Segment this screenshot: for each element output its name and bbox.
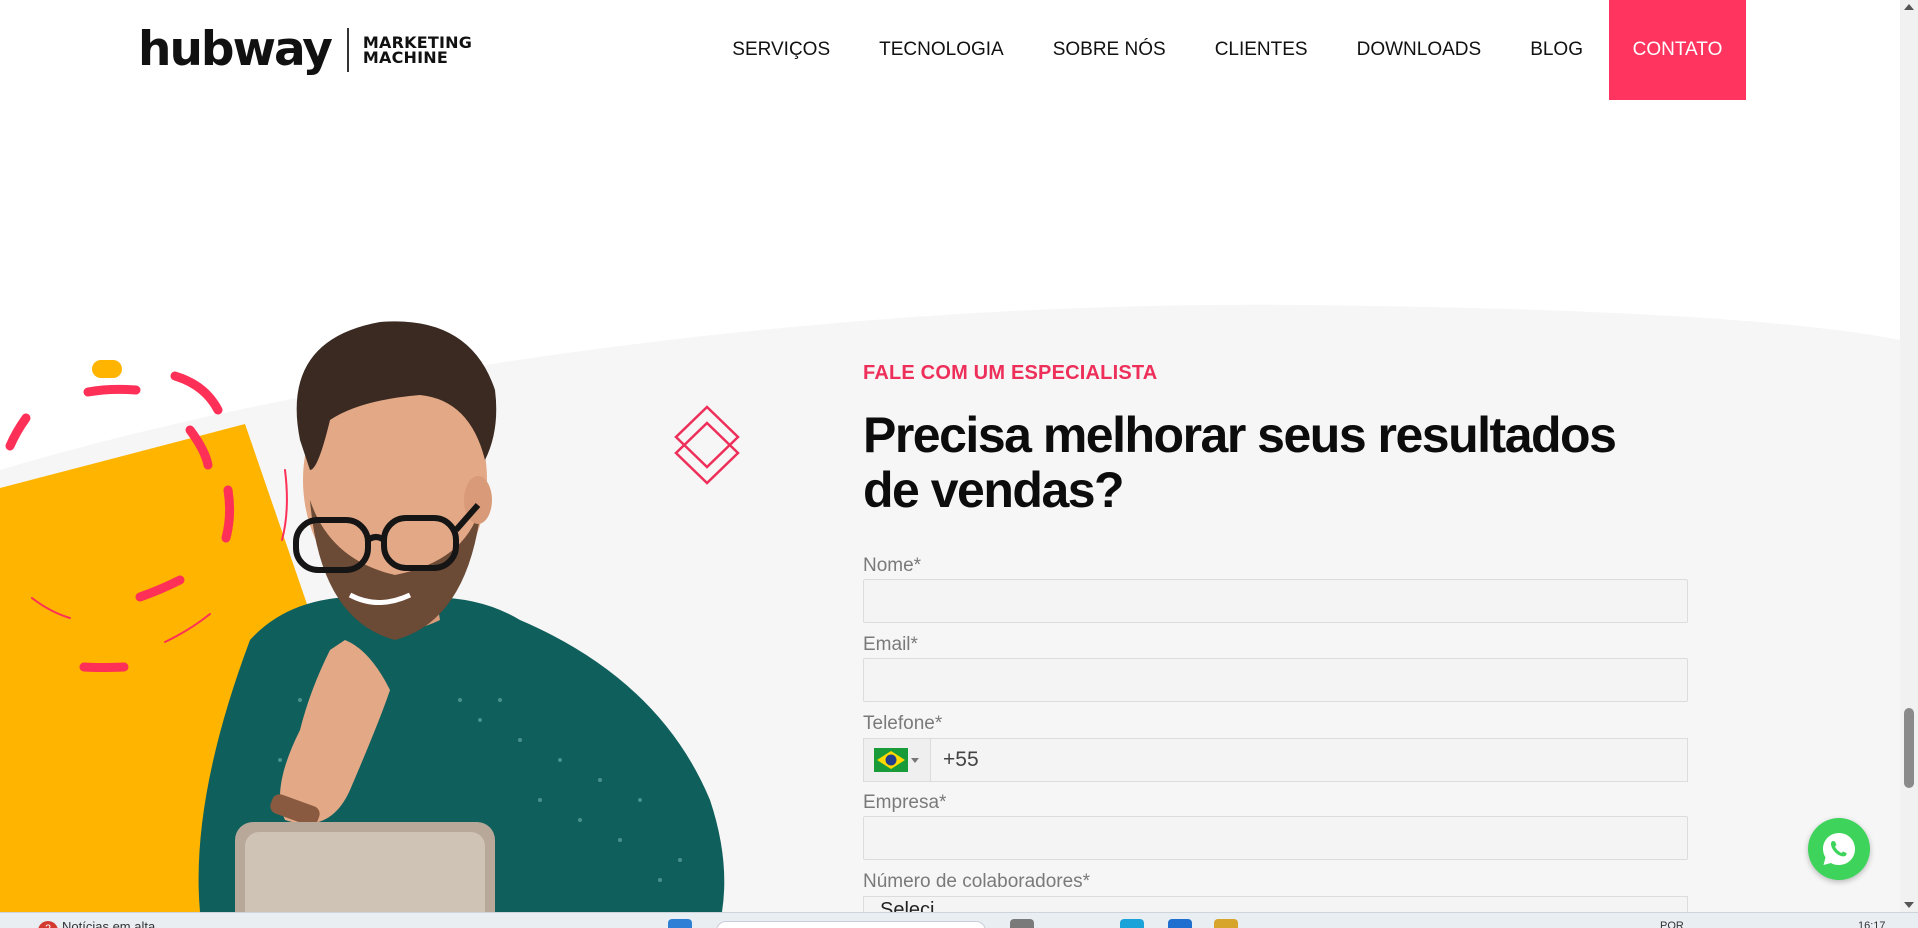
nav-item-sobre-nos[interactable]: SOBRE NÓS [1053, 39, 1166, 61]
nav-item-tecnologia[interactable]: TECNOLOGIA [879, 39, 1004, 61]
telefone-field: +55 [863, 738, 1688, 782]
news-badge[interactable]: 2 [38, 921, 58, 928]
page-scrollbar[interactable] [1900, 0, 1918, 912]
scroll-up-arrow-icon[interactable] [1904, 4, 1914, 10]
whatsapp-button[interactable] [1808, 818, 1870, 880]
scroll-down-arrow-icon[interactable] [1904, 902, 1914, 908]
whatsapp-icon [1823, 833, 1855, 865]
logo-divider [346, 28, 349, 72]
nav-item-servicos[interactable]: SERVIÇOS [732, 39, 830, 61]
section-eyebrow: FALE COM UM ESPECIALISTA [863, 362, 1158, 384]
clock[interactable]: 16:17 [1858, 920, 1886, 928]
telefone-input[interactable]: +55 [931, 738, 1688, 782]
section-title-line2: de vendas? [863, 462, 1125, 518]
brazil-flag-icon [874, 748, 908, 772]
section-title: Precisa melhorar seus resultados de vend… [863, 408, 1683, 518]
email-label: Email* [863, 634, 918, 655]
os-taskbar: 2 Notícias em alta POR 16:17 [0, 912, 1918, 928]
chevron-down-icon [911, 758, 919, 763]
country-selector[interactable] [863, 738, 931, 782]
explorer-icon[interactable] [1214, 919, 1238, 928]
nav-item-blog[interactable]: BLOG [1530, 39, 1583, 61]
scroll-thumb[interactable] [1904, 708, 1914, 788]
hero-image [0, 321, 725, 912]
news-widget-label[interactable]: Notícias em alta [62, 919, 155, 928]
section-title-line1: Precisa melhorar seus resultados [863, 407, 1617, 463]
colaboradores-label: Número de colaboradores* [863, 871, 1091, 892]
logo-wordmark: hubway [138, 22, 333, 77]
keyboard-language[interactable]: POR [1660, 920, 1684, 928]
diamond-icon [674, 405, 740, 485]
empresa-input[interactable] [863, 816, 1688, 860]
store-icon[interactable] [1168, 919, 1192, 928]
empresa-label: Empresa* [863, 792, 947, 813]
edge-icon[interactable] [1120, 919, 1144, 928]
nome-input[interactable] [863, 579, 1688, 623]
main-nav: SERVIÇOS TECNOLOGIA SOBRE NÓS CLIENTES D… [683, 0, 1746, 100]
nav-item-downloads[interactable]: DOWNLOADS [1357, 39, 1482, 61]
telefone-label: Telefone* [863, 713, 943, 734]
nome-label: Nome* [863, 555, 922, 576]
logo-tagline: MARKETING MACHINE [362, 35, 472, 67]
logo-tagline-line2: MACHINE [362, 48, 449, 67]
nav-item-clientes[interactable]: CLIENTES [1215, 39, 1308, 61]
task-view-icon[interactable] [1010, 919, 1034, 928]
site-header: hubway MARKETING MACHINE SERVIÇOS TECNOL… [0, 0, 1900, 100]
taskbar-search[interactable] [716, 921, 986, 928]
email-input[interactable] [863, 658, 1688, 702]
contact-button[interactable]: CONTATO [1609, 0, 1746, 100]
logo[interactable]: hubway MARKETING MACHINE [138, 26, 472, 74]
start-icon[interactable] [668, 919, 692, 928]
page: hubway MARKETING MACHINE SERVIÇOS TECNOL… [0, 0, 1918, 928]
